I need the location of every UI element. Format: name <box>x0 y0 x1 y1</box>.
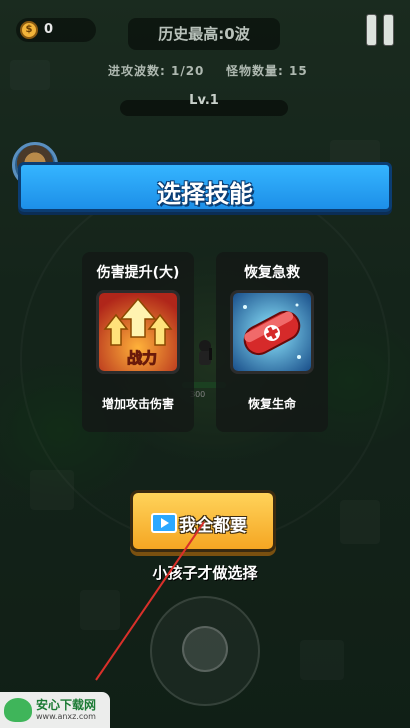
take-all-label: 我全都要 <box>179 516 247 536</box>
best-wave-record: 历史最高:0波 <box>128 18 280 50</box>
power-up-arrows-icon: 战力 <box>96 290 180 374</box>
skill-name: 恢复急救 <box>244 265 300 281</box>
coin-icon: $ <box>20 21 38 39</box>
skill-description: 恢复生命 <box>247 397 296 411</box>
level-label: Lv.1 <box>189 93 219 108</box>
joystick-knob[interactable] <box>182 626 228 672</box>
take-all-button[interactable]: 我全都要 <box>130 490 276 552</box>
site-watermark: 安心下载网 www.anxz.com <box>0 692 110 728</box>
pause-icon-bar-left <box>366 14 377 46</box>
coin-counter: $ 0 <box>16 18 96 42</box>
pause-icon-bar-right <box>383 14 394 46</box>
skill-card-damage-boost[interactable]: 伤害提升(大) 战力 增加攻击伤害 <box>82 252 194 432</box>
power-icon-text: 战力 <box>127 349 157 367</box>
skill-select-banner: 选择技能 <box>18 162 392 212</box>
video-ad-icon <box>151 513 177 533</box>
coin-count: 0 <box>44 22 54 37</box>
first-aid-kit-icon <box>230 290 314 374</box>
monster-count-stat: 怪物数量: 15 <box>226 64 308 78</box>
skill-name: 伤害提升(大) <box>96 265 180 281</box>
watermark-logo-icon <box>4 698 32 722</box>
watermark-title: 安心下载网 <box>36 698 97 712</box>
skill-description: 增加攻击伤害 <box>101 397 174 411</box>
footer-tagline: 小孩子才做选择 <box>152 564 258 582</box>
skill-card-first-aid[interactable]: 恢复急救 恢复生命 <box>216 252 328 432</box>
skill-select-title: 选择技能 <box>157 180 253 208</box>
watermark-url: www.anxz.com <box>36 712 96 721</box>
attack-waves-stat: 进攻波数: 1/20 <box>108 64 205 78</box>
pause-button[interactable] <box>366 14 396 46</box>
